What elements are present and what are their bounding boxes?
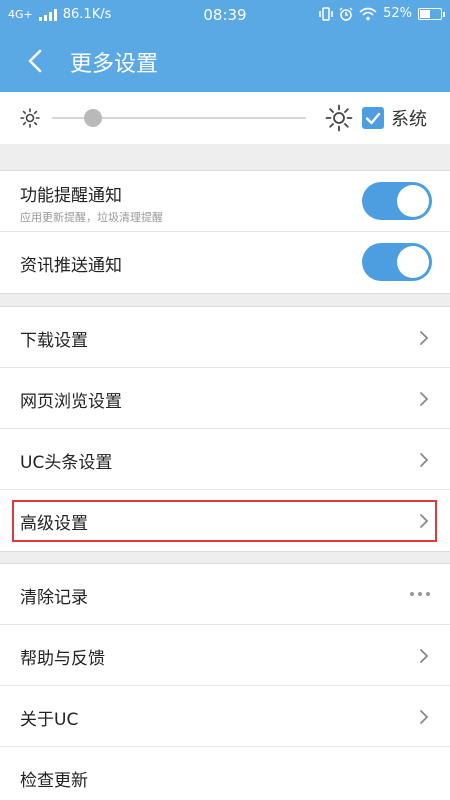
settings-section: 下载设置 网页浏览设置 UC头条设置 高级设置 bbox=[0, 306, 450, 552]
web-browsing-settings-item[interactable]: 网页浏览设置 bbox=[0, 368, 450, 429]
chevron-right-icon bbox=[420, 649, 429, 663]
other-settings-section: 清除记录 帮助与反馈 关于UC 检查更新 bbox=[0, 563, 450, 800]
list-item-label: 帮助与反馈 bbox=[20, 649, 105, 669]
battery-icon bbox=[418, 7, 445, 20]
back-arrow-icon[interactable] bbox=[22, 47, 50, 75]
notification-sublabel: 应用更新提醒，垃圾清理提醒 bbox=[20, 211, 163, 224]
notification-row-news[interactable]: 资讯推送通知 bbox=[0, 232, 450, 293]
notification-label: 功能提醒通知 bbox=[20, 186, 122, 206]
more-options-icon[interactable] bbox=[410, 592, 430, 596]
list-item-label: 检查更新 bbox=[20, 771, 88, 791]
page-title: 更多设置 bbox=[70, 52, 159, 77]
app-bar: 更多设置 bbox=[0, 30, 450, 92]
list-item-label: 网页浏览设置 bbox=[20, 392, 122, 412]
uc-headlines-settings-item[interactable]: UC头条设置 bbox=[0, 429, 450, 490]
brightness-control: 系统 bbox=[0, 92, 450, 144]
chevron-right-icon bbox=[420, 710, 429, 724]
help-feedback-item[interactable]: 帮助与反馈 bbox=[0, 625, 450, 686]
brightness-high-icon bbox=[325, 104, 353, 132]
chevron-right-icon bbox=[420, 453, 429, 467]
feature-notification-toggle[interactable] bbox=[362, 182, 432, 220]
notifications-section: 功能提醒通知 应用更新提醒，垃圾清理提醒 资讯推送通知 bbox=[0, 170, 450, 294]
toggle-thumb bbox=[397, 246, 429, 278]
about-uc-item[interactable]: 关于UC bbox=[0, 686, 450, 747]
notification-label: 资讯推送通知 bbox=[20, 256, 122, 276]
list-item-label: 高级设置 bbox=[20, 514, 88, 534]
list-item-label: 清除记录 bbox=[20, 588, 88, 608]
system-brightness-label: 系统 bbox=[391, 109, 427, 130]
news-notification-toggle[interactable] bbox=[362, 243, 432, 281]
notification-row-feature[interactable]: 功能提醒通知 应用更新提醒，垃圾清理提醒 bbox=[0, 171, 450, 232]
check-update-item[interactable]: 检查更新 bbox=[0, 747, 450, 800]
chevron-right-icon bbox=[420, 392, 429, 406]
list-item-label: 下载设置 bbox=[20, 331, 88, 351]
vibrate-icon bbox=[319, 6, 333, 21]
checkmark-icon bbox=[365, 112, 381, 125]
brightness-slider-thumb[interactable] bbox=[83, 109, 102, 127]
brightness-low-icon bbox=[20, 108, 40, 128]
clear-records-item[interactable]: 清除记录 bbox=[0, 564, 450, 625]
toggle-thumb bbox=[397, 185, 429, 217]
list-item-label: 关于UC bbox=[20, 710, 79, 730]
battery-percent: 52% bbox=[383, 6, 412, 21]
list-item-label: UC头条设置 bbox=[20, 453, 113, 473]
system-brightness-checkbox[interactable] bbox=[362, 107, 384, 129]
download-settings-item[interactable]: 下载设置 bbox=[0, 307, 450, 368]
advanced-settings-item[interactable]: 高级设置 bbox=[0, 490, 450, 551]
alarm-icon bbox=[339, 6, 353, 21]
chevron-right-icon bbox=[420, 331, 429, 345]
wifi-icon bbox=[359, 7, 377, 20]
chevron-right-icon bbox=[420, 514, 429, 528]
status-bar: 4G+ 86.1K/s 08:39 52% bbox=[0, 0, 450, 30]
